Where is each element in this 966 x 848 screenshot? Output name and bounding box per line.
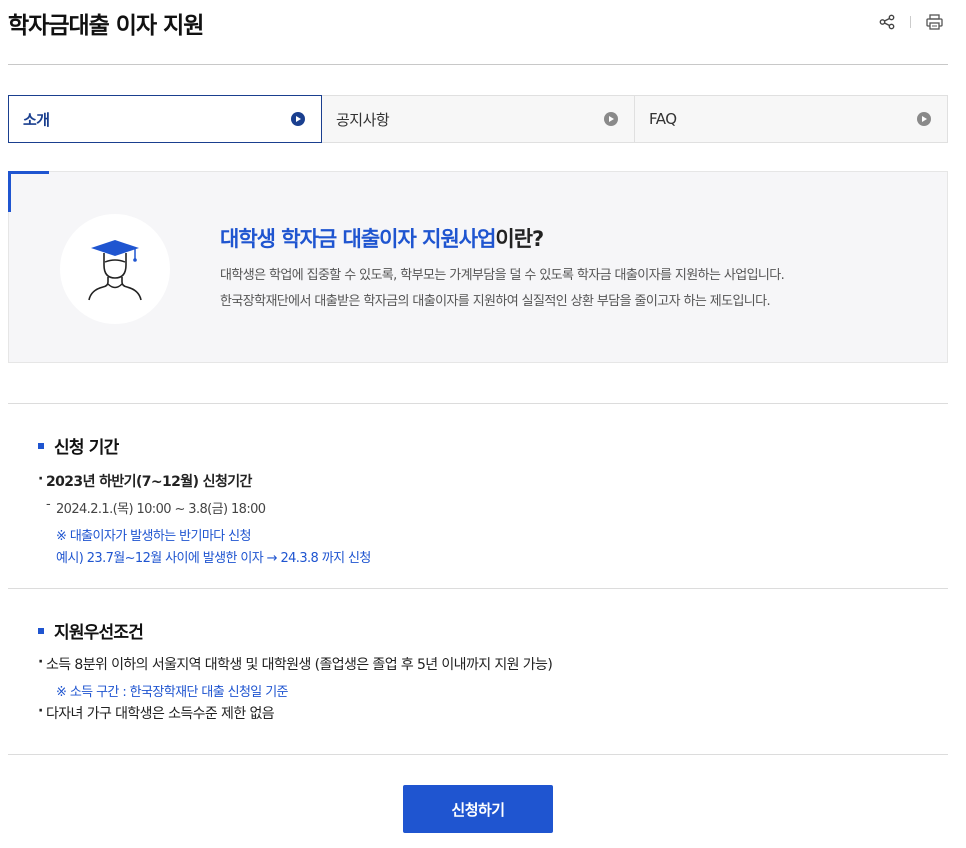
tab-label: 공지사항 [336, 110, 390, 129]
section-divider [8, 588, 948, 589]
corner-accent [8, 171, 49, 174]
period-title-text: 신청 기간 [54, 438, 119, 458]
tab-bar: 소개 공지사항 FAQ [8, 95, 948, 143]
period-section: 신청 기간 2023년 하반기(7~12월) 신청기간 2024.2.1.(목)… [38, 433, 371, 566]
priority-title: 지원우선조건 [38, 618, 552, 643]
priority-item: 다자녀 가구 대학생은 소득수준 제한 없음 [38, 703, 552, 723]
section-marker [38, 627, 44, 634]
section-marker [38, 442, 44, 449]
title-divider [8, 64, 948, 65]
priority-note: ※ 소득 구간 : 한국장학재단 대출 신청일 기준 [56, 685, 289, 700]
tab-label: 소개 [23, 110, 50, 129]
intro-heading: 대학생 학자금 대출이자 지원사업이란? [220, 223, 544, 253]
header-tools [877, 12, 944, 32]
intro-desc-line: 한국장학재단에서 대출받은 학자금의 대출이자를 지원하여 실질적인 상환 부담… [220, 294, 771, 309]
intro-description: 대학생은 학업에 집중할 수 있도록, 학부모는 가계부담을 덜 수 있도록 학… [220, 263, 785, 315]
intro-box: 대학생 학자금 대출이자 지원사업이란? 대학생은 학업에 집중할 수 있도록,… [8, 171, 948, 363]
arrow-right-icon [917, 112, 931, 126]
apply-button[interactable]: 신청하기 [403, 785, 553, 833]
arrow-right-icon [604, 112, 618, 126]
period-example: 예시) 23.7월~12월 사이에 발생한 이자 → 24.3.8 까지 신청 [56, 551, 371, 566]
period-date: 2024.2.1.(목) 10:00 ~ 3.8(금) 18:00 [38, 497, 371, 517]
print-icon[interactable] [924, 12, 944, 32]
tab-notice[interactable]: 공지사항 [322, 95, 635, 143]
priority-title-text: 지원우선조건 [54, 623, 144, 643]
section-divider [8, 754, 948, 755]
period-note: ※ 대출이자가 발생하는 반기마다 신청 [56, 529, 251, 544]
arrow-right-icon [291, 112, 305, 126]
share-icon[interactable] [877, 12, 897, 32]
priority-item: 소득 8분위 이하의 서울지역 대학생 및 대학원생 (졸업생은 졸업 후 5년… [38, 654, 553, 674]
intro-heading-highlight: 대학생 학자금 대출이자 지원사업 [220, 227, 496, 251]
graduate-avatar [60, 214, 170, 324]
tool-separator [910, 16, 911, 28]
intro-desc-line: 대학생은 학업에 집중할 수 있도록, 학부모는 가계부담을 덜 수 있도록 학… [220, 268, 785, 283]
intro-heading-rest: 이란? [495, 227, 544, 251]
page-title: 학자금대출 이자 지원 [8, 13, 204, 39]
tab-label: FAQ [649, 110, 677, 128]
section-divider [8, 403, 948, 404]
tab-faq[interactable]: FAQ [635, 95, 948, 143]
period-title: 신청 기간 [38, 433, 371, 458]
graduate-icon [88, 240, 142, 301]
priority-section: 지원우선조건 소득 8분위 이하의 서울지역 대학생 및 대학원생 (졸업생은 … [38, 618, 553, 723]
period-item: 2023년 하반기(7~12월) 신청기간 [38, 471, 371, 491]
corner-accent [8, 171, 11, 212]
tab-intro[interactable]: 소개 [8, 95, 322, 143]
